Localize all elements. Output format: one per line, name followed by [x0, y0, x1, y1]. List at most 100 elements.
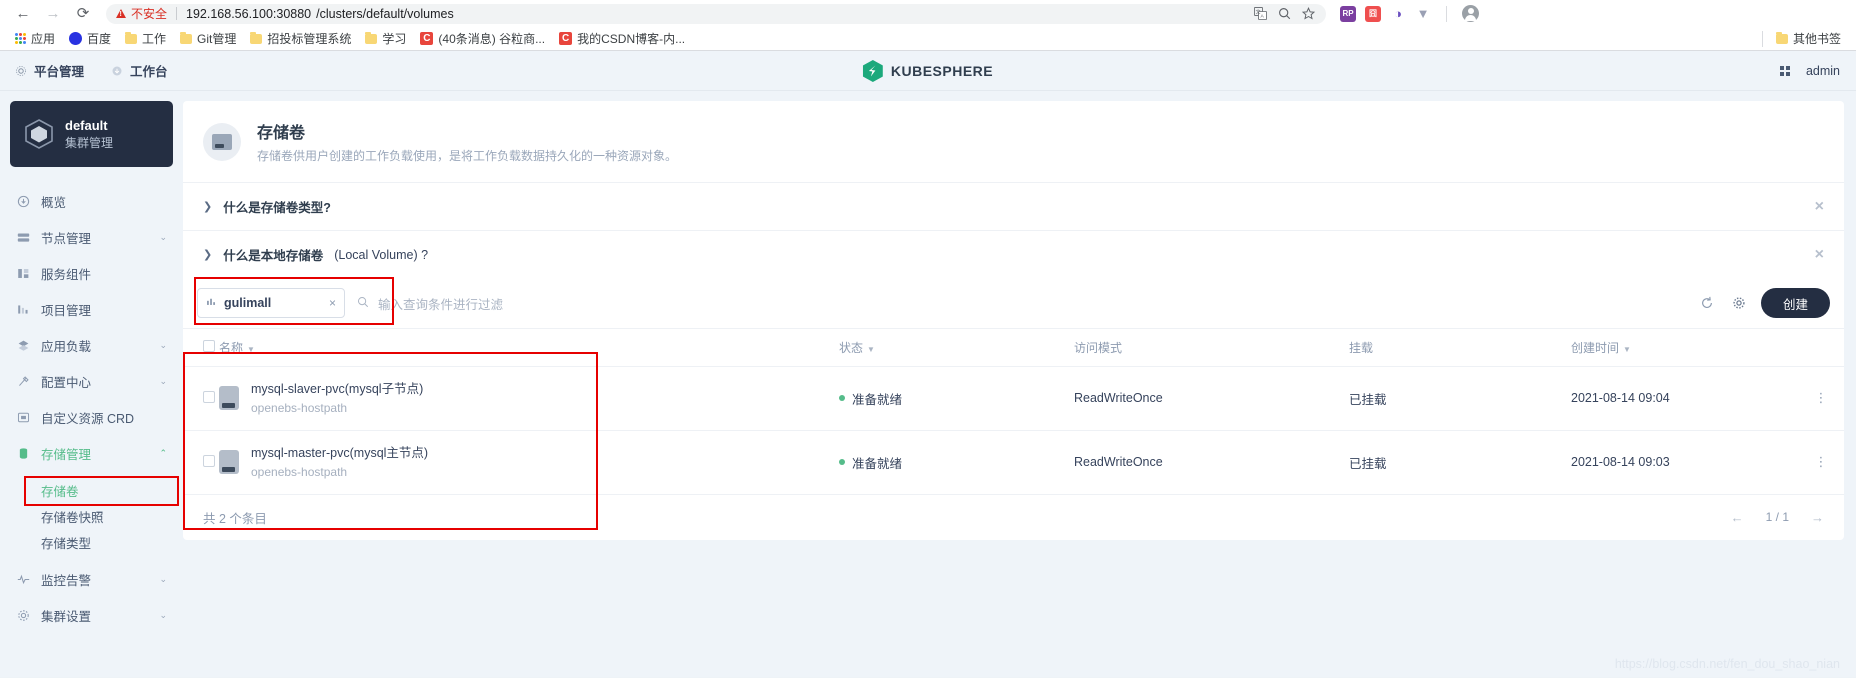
volume-icon	[203, 122, 241, 161]
chevron-right-icon: ❯	[203, 201, 213, 213]
bookmark-baidu[interactable]: 百度	[62, 28, 118, 49]
sidebar-item-label: 服务组件	[41, 267, 92, 282]
chevron-down-icon: ⌄	[159, 573, 167, 584]
table-row[interactable]: mysql-master-pvc(mysql主节点) openebs-hostp…	[183, 429, 1844, 494]
cluster-info: default 集群管理	[65, 117, 113, 151]
red-extension-icon[interactable]: 囧	[1365, 5, 1381, 22]
volume-name[interactable]: mysql-master-pvc(mysql主节点)	[251, 444, 428, 463]
sidebar-item-label: 节点管理	[41, 231, 92, 246]
nav-workbench[interactable]: 工作台	[110, 61, 168, 80]
address-bar[interactable]: 不安全 192.168.56.100:30880/clusters/defaul…	[106, 3, 1326, 24]
storage-icon	[16, 447, 30, 460]
config-icon	[16, 375, 30, 388]
storage-submenu: 存储卷 存储卷快照 存储类型	[10, 476, 179, 555]
back-button[interactable]: ←	[10, 3, 36, 25]
workload-icon	[16, 339, 30, 352]
volumes-table: 名称 ▼ 状态 ▼ 访问模式 挂载 创建时间 ▼ mysql-slaver-pv…	[183, 328, 1844, 494]
row-checkbox[interactable]	[203, 390, 215, 403]
sidebar-item-config-center[interactable]: 配置中心 ⌄	[10, 363, 173, 399]
cell-name: mysql-slaver-pvc(mysql子节点) openebs-hostp…	[219, 366, 839, 431]
sidebar-item-label: 项目管理	[41, 303, 92, 318]
filter-icon	[206, 296, 217, 310]
sidebar-item-monitoring-alerting[interactable]: 监控告警 ⌄	[10, 561, 173, 597]
sidebar-subitem-storage-classes[interactable]: 存储类型	[10, 529, 173, 555]
bookmark-other[interactable]: 其他书签	[1769, 28, 1848, 49]
cluster-subtitle: 集群管理	[65, 135, 114, 150]
page-indicator: 1 / 1	[1765, 510, 1789, 524]
apps-menu-icon[interactable]	[1779, 65, 1790, 76]
forward-button[interactable]: →	[40, 3, 66, 25]
close-icon[interactable]: ×	[1815, 198, 1824, 215]
volume-icon	[219, 386, 239, 411]
bookmark-apps[interactable]: 应用	[8, 28, 62, 49]
faq-row-volume-types[interactable]: ❯ 什么是存储卷类型? ×	[183, 182, 1844, 230]
column-header-name[interactable]: 名称 ▼	[219, 328, 839, 367]
v-extension-icon[interactable]: ▼	[1415, 5, 1431, 22]
create-button[interactable]: 创建	[1760, 288, 1830, 318]
bookmark-work[interactable]: 工作	[118, 28, 173, 49]
bookmark-bidding[interactable]: 招投标管理系统	[243, 28, 358, 49]
sidebar-item-service-components[interactable]: 服务组件	[10, 255, 173, 291]
sidebar-item-node-management[interactable]: 节点管理 ⌄	[10, 219, 173, 255]
app-topbar: 平台管理 工作台 KUBESPHERE admin	[0, 51, 1856, 91]
column-label: 挂载	[1349, 341, 1374, 355]
sidebar-subitem-snapshots[interactable]: 存储卷快照	[10, 503, 173, 529]
faq-label: 什么是本地存储卷	[223, 249, 324, 263]
folder-icon	[365, 31, 378, 44]
row-more-icon[interactable]: ⋮	[1798, 455, 1844, 468]
sidebar-item-project-management[interactable]: 项目管理	[10, 291, 173, 327]
search-placeholder: 输入查询条件进行过滤	[378, 297, 504, 312]
search-icon[interactable]	[1277, 6, 1292, 21]
next-page-button[interactable]: →	[1811, 510, 1824, 525]
column-header-created[interactable]: 创建时间 ▼	[1571, 328, 1798, 367]
gear-icon	[14, 64, 27, 77]
cluster-cube-icon	[24, 118, 54, 150]
nav-platform-management[interactable]: 平台管理	[14, 61, 84, 80]
bookmark-label: 其他书签	[1792, 32, 1841, 46]
sidebar-subitem-volumes[interactable]: 存储卷	[10, 477, 173, 503]
watermark: https://blog.csdn.net/fen_dou_shao_nian	[1614, 657, 1840, 671]
faq-row-local-volume[interactable]: ❯ 什么是本地存储卷 (Local Volume) ? ×	[183, 230, 1844, 278]
axure-extension-icon[interactable]: RP	[1340, 5, 1356, 22]
search-input[interactable]: 输入查询条件进行过滤	[345, 288, 1691, 318]
overview-icon	[16, 195, 30, 208]
bookmark-csdn-blog[interactable]: C 我的CSDN博客-内...	[552, 28, 692, 49]
user-menu[interactable]: admin	[1806, 64, 1840, 78]
bookmark-csdn-msg[interactable]: C (40条消息) 谷粒商...	[413, 28, 552, 49]
column-header-mount: 挂载	[1349, 328, 1571, 367]
page-header-text: 存储卷 存储卷供用户创建的工作负载使用，是将工作负载数据持久化的一种资源对象。	[257, 119, 677, 164]
bookmark-study[interactable]: 学习	[358, 28, 413, 49]
row-checkbox[interactable]	[203, 454, 215, 467]
settings-button[interactable]	[1723, 288, 1755, 318]
sort-caret-icon: ▼	[867, 345, 875, 354]
row-more-icon[interactable]: ⋮	[1798, 392, 1844, 405]
cluster-card[interactable]: default 集群管理	[10, 101, 173, 167]
opera-extension-icon[interactable]: ◑	[1390, 5, 1406, 22]
kubesphere-logo-text: KUBESPHERE	[890, 62, 994, 79]
volume-name[interactable]: mysql-slaver-pvc(mysql子节点)	[251, 380, 423, 399]
sidebar-item-overview[interactable]: 概览	[10, 183, 173, 219]
table-wrapper: 名称 ▼ 状态 ▼ 访问模式 挂载 创建时间 ▼ mysql-slaver-pv…	[183, 328, 1844, 540]
sidebar-item-storage-management[interactable]: 存储管理 ⌃	[10, 435, 173, 471]
sidebar-item-application-workload[interactable]: 应用负载 ⌄	[10, 327, 173, 363]
sidebar-item-cluster-settings[interactable]: 集群设置 ⌄	[10, 597, 173, 633]
prev-page-button[interactable]: ←	[1731, 510, 1744, 525]
refresh-button[interactable]	[1691, 288, 1723, 318]
bookmark-git[interactable]: Git管理	[173, 28, 243, 49]
filter-chip[interactable]: gulimall ×	[197, 288, 345, 318]
star-icon[interactable]	[1301, 6, 1316, 21]
sidebar-item-crd[interactable]: 自定义资源 CRD	[10, 399, 173, 435]
table-row[interactable]: mysql-slaver-pvc(mysql子节点) openebs-hostp…	[183, 366, 1844, 431]
translate-icon[interactable]: 文A	[1253, 6, 1268, 21]
table-body: mysql-slaver-pvc(mysql子节点) openebs-hostp…	[183, 366, 1844, 494]
folder-icon	[125, 31, 138, 44]
profile-icon[interactable]	[1462, 5, 1479, 22]
node-icon	[16, 231, 30, 244]
reload-button[interactable]: ⟳	[70, 3, 96, 25]
select-all-checkbox[interactable]	[203, 340, 215, 352]
crd-icon	[16, 411, 30, 424]
column-header-status[interactable]: 状态 ▼	[839, 328, 1074, 367]
filter-chip-clear[interactable]: ×	[317, 296, 336, 310]
close-icon[interactable]: ×	[1815, 246, 1824, 263]
bookmark-label: 百度	[87, 32, 112, 46]
